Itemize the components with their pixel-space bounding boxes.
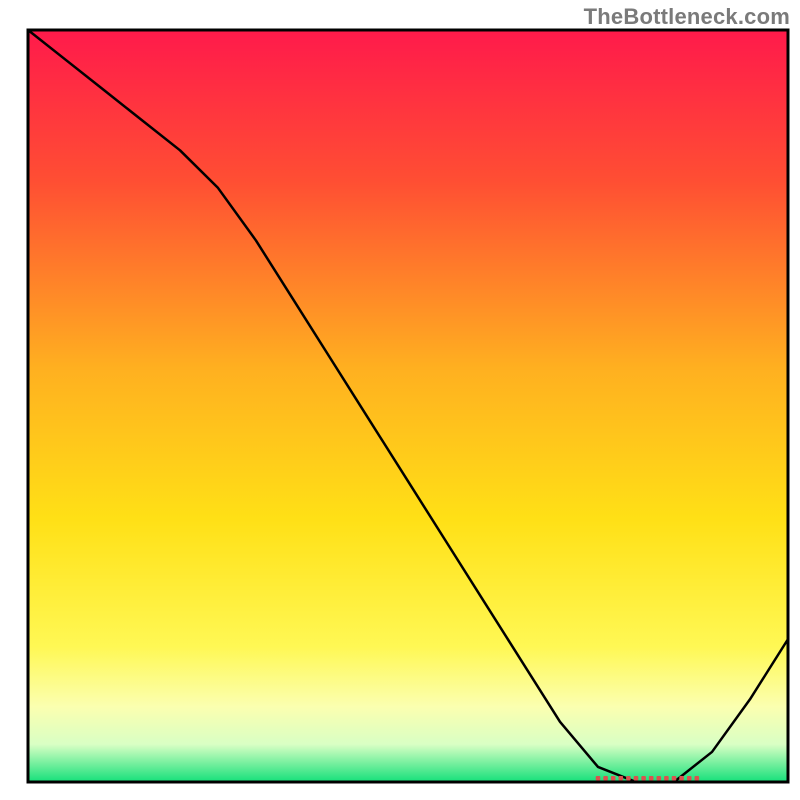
optimal-range-marker [619, 776, 624, 781]
optimal-range-marker [626, 776, 631, 781]
optimal-range-marker [657, 776, 662, 781]
chart-container: TheBottleneck.com [0, 0, 800, 800]
optimal-range-marker [641, 776, 646, 781]
optimal-range-marker [649, 776, 654, 781]
optimal-range-marker [611, 776, 616, 781]
watermark-label: TheBottleneck.com [584, 4, 790, 30]
optimal-range-marker [596, 776, 601, 781]
optimal-range-marker [664, 776, 669, 781]
optimal-range-marker [687, 776, 692, 781]
optimal-range-marker [603, 776, 608, 781]
optimal-range-marker [679, 776, 684, 781]
optimal-range-marker [695, 776, 700, 781]
optimal-range-marker [634, 776, 639, 781]
chart-background [28, 30, 788, 782]
bottleneck-chart [0, 0, 800, 800]
optimal-range-marker [672, 776, 677, 781]
